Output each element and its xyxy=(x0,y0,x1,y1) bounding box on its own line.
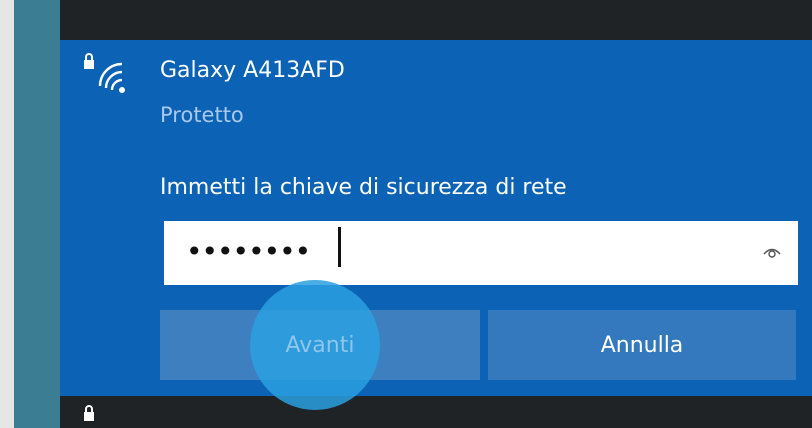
security-key-masked-value: •••••••• xyxy=(186,235,311,268)
next-button-label: Avanti xyxy=(285,332,355,358)
lock-icon xyxy=(84,405,94,421)
taskbar-edge xyxy=(14,0,60,428)
network-status: Protetto xyxy=(160,103,244,127)
security-key-input[interactable]: •••••••• xyxy=(164,221,798,285)
eye-icon[interactable] xyxy=(762,244,782,260)
network-name: Galaxy A413AFD xyxy=(160,58,345,83)
security-key-label: Immetti la chiave di sicurezza di rete xyxy=(160,175,567,200)
wifi-secured-icon xyxy=(84,53,125,93)
cancel-button-label: Annulla xyxy=(600,332,684,358)
cancel-button[interactable]: Annulla xyxy=(488,310,796,380)
text-caret xyxy=(338,227,341,267)
